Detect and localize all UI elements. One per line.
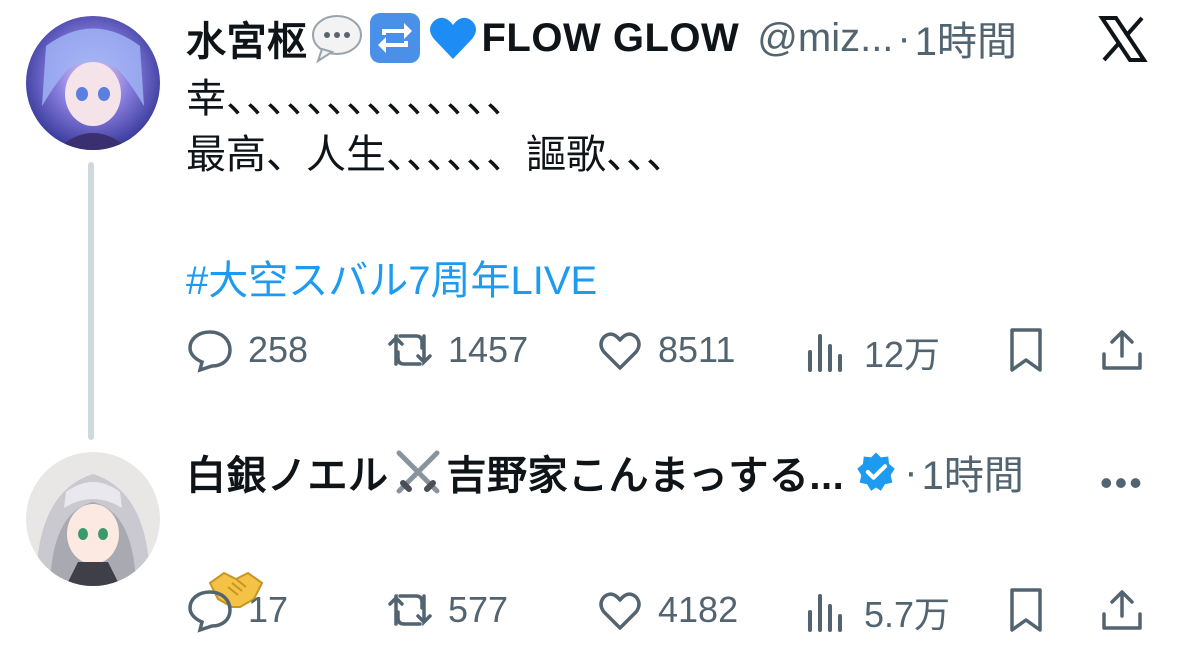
tweet2-header: 白銀ノエル 吉野家こんまっする... · 1時間 — [186, 442, 1024, 502]
reply-icon — [188, 330, 232, 373]
x-logo-icon[interactable] — [1098, 14, 1148, 64]
bookmark-icon — [1010, 588, 1042, 632]
tweet2-time[interactable]: 1時間 — [922, 443, 1024, 501]
tweet1-like-button[interactable]: 8511 — [596, 326, 735, 374]
speech-bubble-icon — [311, 15, 362, 64]
tweet2-retweet-count: 577 — [448, 589, 509, 630]
tweet1-retweet-count: 1457 — [448, 329, 529, 370]
tweet2-display-name[interactable]: 白銀ノエル — [186, 443, 389, 501]
tweet1-reply-count: 258 — [248, 329, 309, 370]
tweet2-action-bar: 17 577 4182 5.7万 — [186, 586, 1156, 636]
tweet1-display-name-tail[interactable]: FLOW GLOW — [482, 16, 740, 61]
tweet1-handle[interactable]: @miz... — [757, 16, 893, 61]
tweet1-separator: · — [897, 15, 911, 60]
tweet1-display-name[interactable]: 水宮枢 — [186, 9, 308, 67]
heart-icon — [599, 332, 641, 370]
tweet1-time[interactable]: 1時間 — [915, 9, 1017, 67]
tweet1-hashtag-link[interactable]: #大空スバル7周年LIVE — [186, 248, 597, 306]
tweet2-like-button[interactable]: 4182 — [596, 586, 738, 634]
tweet1-action-bar: 258 1457 8511 12万 — [186, 326, 1156, 376]
crossed-swords-icon — [396, 450, 439, 494]
retweet-icon — [388, 333, 432, 367]
tweet1-retweet-button[interactable]: 1457 — [386, 326, 528, 374]
tweet2-separator: · — [904, 449, 918, 494]
tweet1-body-line1: 幸、、、、、、、、、、、、、、 — [186, 77, 526, 121]
thread-connector-line — [88, 162, 94, 440]
tweet1-header: 水宮枢 FLOW GLOW @miz... · 1時間 — [186, 8, 1017, 68]
tweet2-bookmark-button[interactable] — [1002, 586, 1064, 634]
avatar-image — [26, 16, 160, 150]
tweet1-body-line2: 最高、人生、、、、、、謳歌、、、 — [186, 133, 686, 177]
tweet2-reply-count: 17 — [248, 589, 289, 630]
tweet1-like-count: 8511 — [658, 329, 736, 370]
tweet2-retweet-button[interactable]: 577 — [386, 586, 508, 634]
tweet1-share-button[interactable] — [1098, 326, 1160, 374]
tweet2-like-count: 4182 — [658, 589, 739, 630]
tweet2-views-button[interactable]: 5.7万 — [802, 586, 950, 638]
more-options-icon[interactable]: ••• — [1100, 462, 1144, 504]
tweet2-reply-button[interactable]: 17 — [186, 586, 288, 634]
reply-icon — [188, 590, 232, 633]
bookmark-icon — [1010, 328, 1042, 372]
share-icon — [1102, 330, 1142, 370]
tweet1-bookmark-button[interactable] — [1002, 326, 1064, 374]
retweet-icon — [388, 593, 432, 627]
repeat-button-emoji-icon — [369, 13, 420, 63]
tweet2-views-count: 5.7万 — [864, 594, 951, 635]
tweet1-views-count: 12万 — [864, 334, 941, 375]
blue-heart-icon — [429, 17, 476, 59]
tweet2-display-name-tail[interactable]: 吉野家こんまっする... — [447, 443, 845, 501]
tweet1-views-button[interactable]: 12万 — [802, 326, 940, 378]
views-chart-icon — [808, 334, 842, 372]
share-icon — [1102, 590, 1142, 630]
avatar-noel[interactable] — [26, 452, 160, 586]
tweet1-reply-button[interactable]: 258 — [186, 326, 308, 374]
avatar-image — [26, 452, 160, 586]
tweet2-share-button[interactable] — [1098, 586, 1160, 634]
heart-icon — [599, 592, 641, 630]
views-chart-icon — [808, 594, 842, 632]
avatar-mizumiya[interactable] — [26, 16, 160, 150]
verified-badge-icon — [857, 452, 895, 491]
